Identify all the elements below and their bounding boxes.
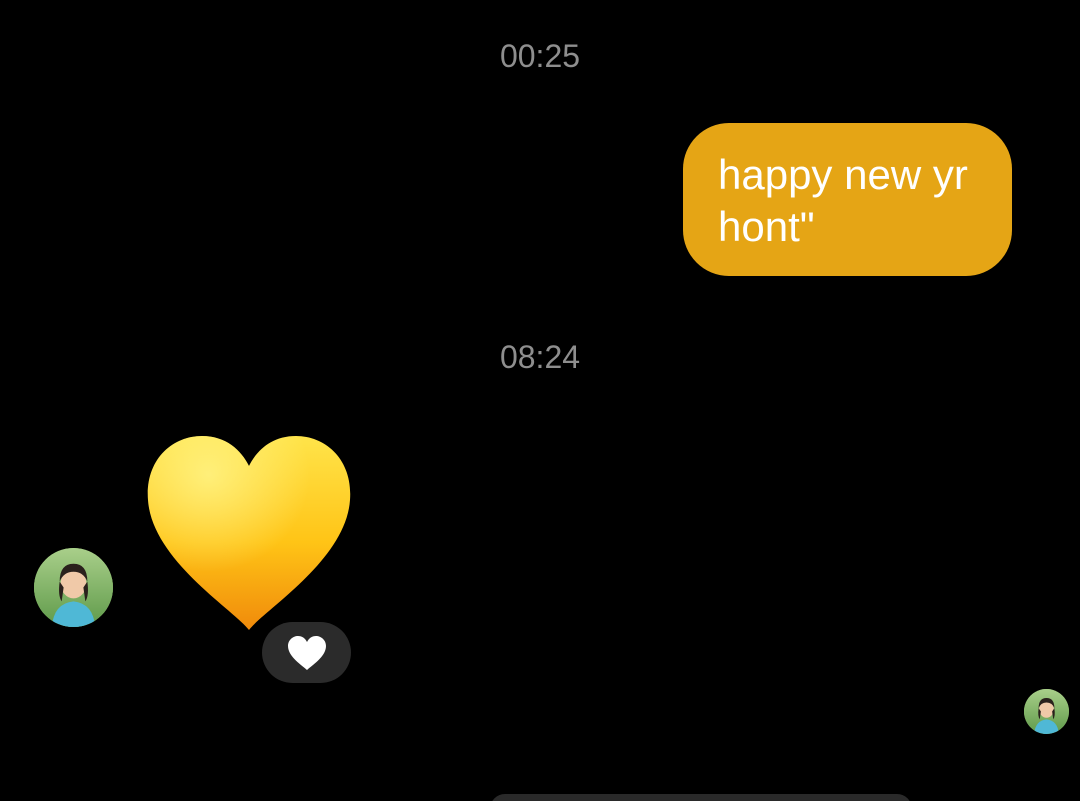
message-composer[interactable]	[490, 794, 912, 801]
outgoing-message-bubble[interactable]: happy new yr hont"	[683, 123, 1012, 276]
message-text: happy new yr hont"	[718, 151, 968, 250]
white-heart-icon	[287, 635, 326, 670]
seen-receipt-avatar	[1024, 689, 1069, 734]
timestamp: 00:25	[499, 38, 581, 74]
message-reaction[interactable]	[262, 622, 351, 683]
yellow-heart-emoji[interactable]	[144, 432, 354, 632]
timestamp: 08:24	[499, 339, 581, 375]
sender-avatar[interactable]	[34, 548, 113, 627]
